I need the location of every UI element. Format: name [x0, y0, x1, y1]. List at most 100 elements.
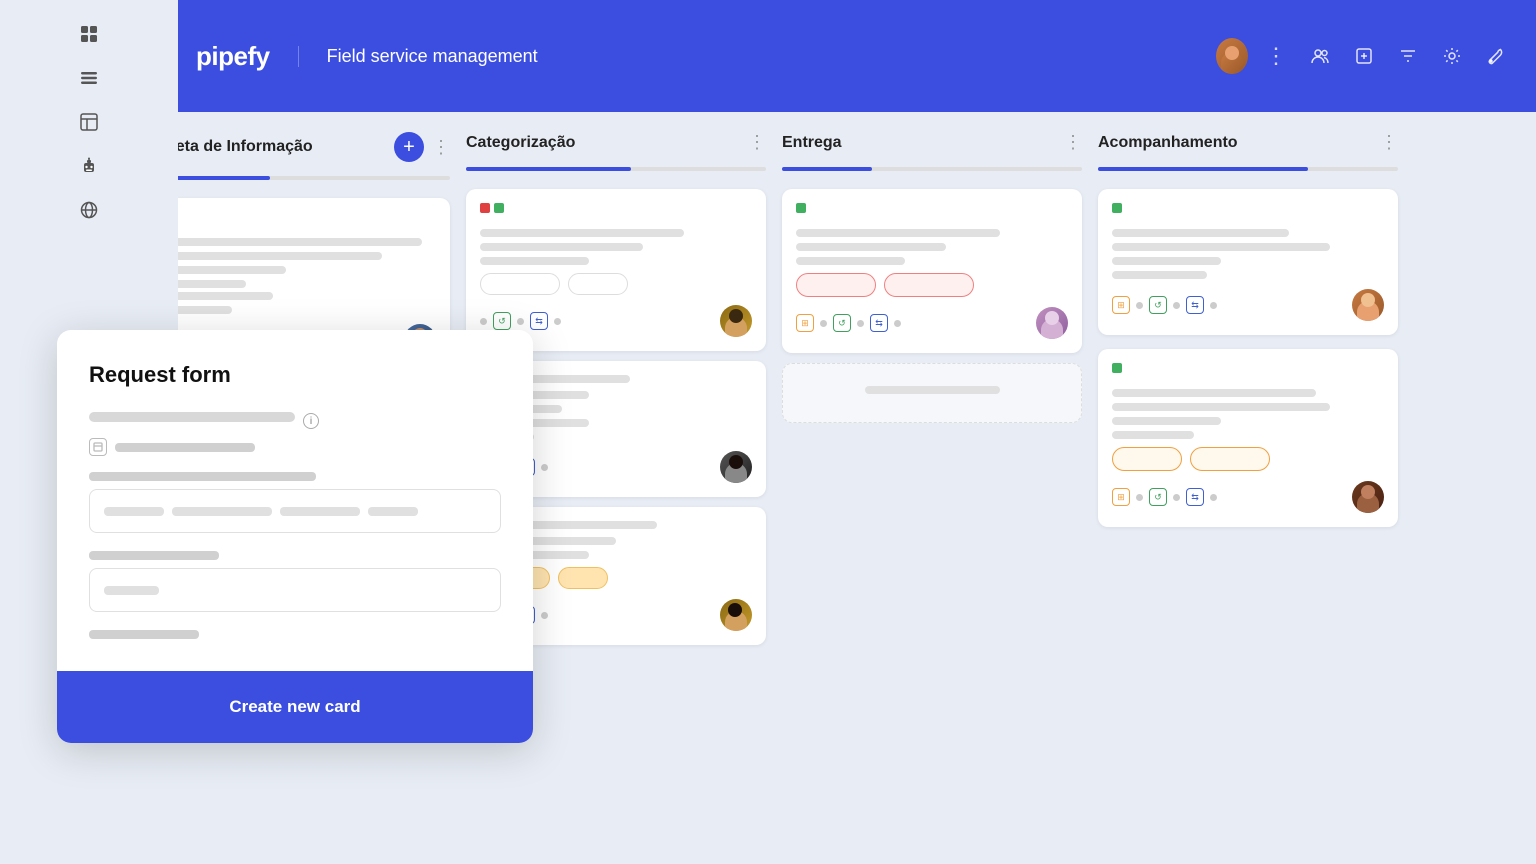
logo-text: pipefy	[196, 41, 270, 72]
card-avatar-3	[720, 451, 752, 483]
card-line	[1112, 243, 1330, 251]
field-1-value	[115, 443, 255, 452]
field-4-label	[89, 630, 199, 639]
column-categorizacao-title: Categorização	[466, 134, 740, 152]
card-icons: ⊞ ↺ ⇆	[1112, 296, 1217, 314]
sidebar-item-list[interactable]	[71, 60, 107, 96]
card-line	[1112, 257, 1221, 265]
column-coleta-progress	[150, 176, 450, 180]
column-acompanhamento-menu-btn[interactable]: ⋮	[1380, 132, 1398, 153]
card-dot-sm	[554, 318, 561, 325]
card-tag	[480, 273, 560, 295]
card-avatar-4	[720, 599, 752, 631]
sidebar-item-robot[interactable]	[71, 148, 107, 184]
header-wrench-icon[interactable]	[1480, 40, 1512, 72]
field-input-2[interactable]	[89, 568, 501, 612]
placeholder-2	[172, 507, 272, 516]
placeholder-5	[104, 586, 159, 595]
card-line	[796, 243, 946, 251]
card-line	[1112, 271, 1207, 279]
sidebar-item-globe[interactable]	[71, 192, 107, 228]
card-tag	[568, 273, 628, 295]
card-icon-blue[interactable]: ⇆	[1186, 296, 1204, 314]
header: pipefy Field service management ⋮	[130, 0, 1536, 112]
column-acompanhamento-header: Acompanhamento ⋮	[1098, 132, 1398, 153]
card-icon-orange[interactable]: ⊞	[1112, 296, 1130, 314]
column-categorizacao-header: Categorização ⋮	[466, 132, 766, 153]
placeholder-4	[368, 507, 418, 516]
panel-title: Request form	[89, 362, 501, 388]
card-icons: ⊞ ↺ ⇆	[796, 314, 901, 332]
card-icon-orange[interactable]: ⊞	[796, 314, 814, 332]
card-avatar-acomp-2	[1352, 481, 1384, 513]
column-coleta-title: Coleta de Informação	[150, 138, 386, 156]
card-icon-green[interactable]: ↺	[833, 314, 851, 332]
card-icon-green[interactable]: ↺	[493, 312, 511, 330]
card-acomp-1-dots	[1112, 203, 1384, 221]
card-icon-green[interactable]: ↺	[1149, 488, 1167, 506]
field-2-label	[89, 472, 316, 481]
card-line	[164, 252, 382, 260]
column-coleta-add-btn[interactable]: +	[394, 132, 424, 162]
card-acomp-1[interactable]: ⊞ ↺ ⇆	[1098, 189, 1398, 335]
card-icon-blue[interactable]: ⇆	[530, 312, 548, 330]
card-footer: ⊞ ↺ ⇆	[1112, 481, 1384, 513]
card-line	[480, 229, 684, 237]
request-form-panel: Request form i	[57, 330, 533, 743]
field-3-label	[89, 551, 219, 560]
column-entrega-progress-fill	[782, 167, 872, 171]
header-more-btn[interactable]: ⋮	[1260, 40, 1292, 72]
card-line	[164, 266, 286, 274]
column-entrega-menu-btn[interactable]: ⋮	[1064, 132, 1082, 153]
card-icon-blue[interactable]: ⇆	[870, 314, 888, 332]
column-acompanhamento-title: Acompanhamento	[1098, 134, 1372, 152]
sidebar-item-grid[interactable]	[71, 16, 107, 52]
header-avatar[interactable]	[1216, 40, 1248, 72]
card-dot-sm	[1210, 302, 1217, 309]
card-dot-sm	[480, 318, 487, 325]
card-dot-green	[1112, 203, 1122, 213]
card-icon-green[interactable]: ↺	[1149, 296, 1167, 314]
column-entrega-header: Entrega ⋮	[782, 132, 1082, 153]
column-acompanhamento: Acompanhamento ⋮ ⊞ ↺	[1098, 132, 1398, 844]
column-entrega-progress	[782, 167, 1082, 171]
card-dot-sm	[1173, 494, 1180, 501]
field-group-1: i	[89, 412, 501, 456]
card-avatar-2	[720, 305, 752, 337]
header-settings-icon[interactable]	[1436, 40, 1468, 72]
card-entrega-1[interactable]: ⊞ ↺ ⇆	[782, 189, 1082, 353]
column-entrega: Entrega ⋮ ⊞	[782, 132, 1082, 844]
card-dot-green	[494, 203, 504, 213]
column-coleta-menu-btn[interactable]: ⋮	[432, 137, 450, 158]
header-title: Field service management	[298, 46, 538, 67]
column-acompanhamento-progress-fill	[1098, 167, 1308, 171]
card-dot-sm	[541, 612, 548, 619]
header-filter-icon[interactable]	[1392, 40, 1424, 72]
header-people-icon[interactable]	[1304, 40, 1336, 72]
column-acompanhamento-progress	[1098, 167, 1398, 171]
info-icon[interactable]: i	[303, 413, 319, 429]
card-dot-sm	[1136, 302, 1143, 309]
header-export-icon[interactable]	[1348, 40, 1380, 72]
sidebar-item-table[interactable]	[71, 104, 107, 140]
card-dot-sm	[1136, 494, 1143, 501]
card-coleta-1-dots	[164, 212, 436, 230]
card-dot-sm	[857, 320, 864, 327]
field-1-icon	[89, 438, 107, 456]
card-icon-blue[interactable]: ⇆	[1186, 488, 1204, 506]
card-dot-sm	[894, 320, 901, 327]
card-dot-sm	[517, 318, 524, 325]
card-line	[1112, 389, 1316, 397]
column-categorizacao-menu-btn[interactable]: ⋮	[748, 132, 766, 153]
card-avatar-5	[1036, 307, 1068, 339]
card-icons: ↺ ⇆	[480, 312, 561, 330]
card-icon-orange[interactable]: ⊞	[1112, 488, 1130, 506]
card-dot-sm	[820, 320, 827, 327]
card-dot-green	[796, 203, 806, 213]
card-cat-1[interactable]: ↺ ⇆	[466, 189, 766, 351]
create-new-card-btn[interactable]: Create new card	[57, 671, 533, 743]
field-input-1[interactable]	[89, 489, 501, 533]
card-acomp-2[interactable]: ⊞ ↺ ⇆	[1098, 349, 1398, 527]
card-line	[480, 243, 643, 251]
panel-body: Request form i	[57, 330, 533, 671]
